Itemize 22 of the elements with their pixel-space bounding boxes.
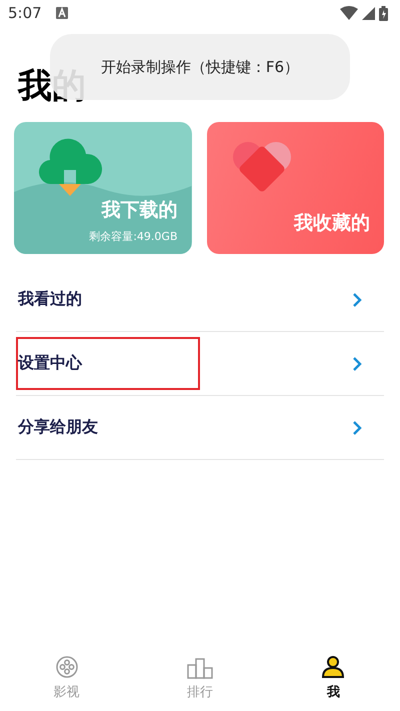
signal-icon xyxy=(362,6,375,20)
menu-item[interactable]: 我看过的 xyxy=(16,268,384,332)
film-reel-icon xyxy=(54,655,79,679)
person-icon xyxy=(321,655,346,679)
storage-text: 剩余容量:49.0GB xyxy=(89,229,178,244)
menu-label: 分享给朋友 xyxy=(16,416,99,438)
chevron-right-icon xyxy=(352,356,362,372)
wifi-icon xyxy=(340,6,358,20)
nav-tab[interactable]: 我 xyxy=(266,649,400,711)
chevron-right-icon xyxy=(352,420,362,436)
status-time: 5:07 xyxy=(8,4,42,22)
menu-item[interactable]: 分享给朋友 xyxy=(16,396,384,460)
heart-icon xyxy=(230,140,292,194)
card-title: 我下载的 xyxy=(102,198,178,223)
notification-icon xyxy=(56,7,68,19)
battery-icon xyxy=(379,6,388,20)
chevron-right-icon xyxy=(352,292,362,308)
menu-label: 设置中心 xyxy=(16,337,200,390)
page-title: 我的 xyxy=(18,65,86,108)
menu-label: 我看过的 xyxy=(16,288,83,310)
card-title: 我收藏的 xyxy=(294,211,370,236)
menu-item[interactable]: 设置中心 xyxy=(16,332,384,396)
